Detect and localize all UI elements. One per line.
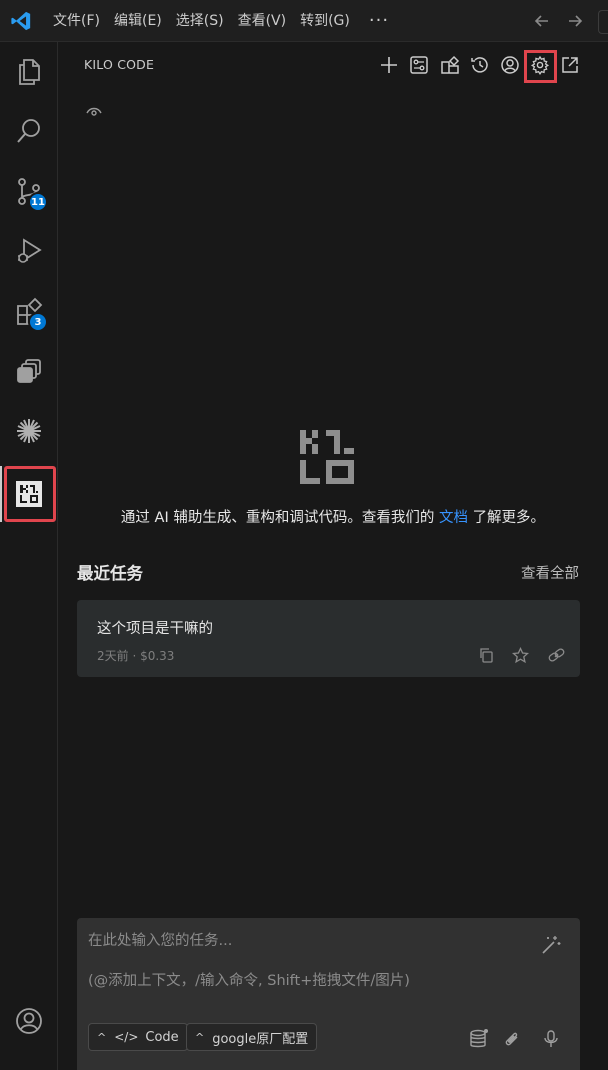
vscode-logo-icon bbox=[10, 10, 32, 32]
chevron-up-icon: ^ bbox=[97, 1030, 107, 1044]
extensions-icon[interactable]: 3 bbox=[8, 290, 50, 332]
sparkle-icon[interactable] bbox=[8, 410, 50, 452]
hero-text-before: 通过 AI 辅助生成、重构和调试代码。查看我们的 bbox=[120, 510, 435, 526]
run-debug-icon[interactable] bbox=[8, 230, 50, 272]
marketplace-icon[interactable] bbox=[438, 53, 462, 77]
eye-icon[interactable] bbox=[86, 104, 102, 118]
active-indicator bbox=[0, 466, 2, 522]
chevron-up-icon: ^ bbox=[195, 1030, 205, 1044]
task-input-placeholder[interactable]: 在此处输入您的任务... bbox=[88, 929, 232, 950]
task-input-box[interactable]: 在此处输入您的任务... (@添加上下文，/输入命令, Shift+拖拽文件/图… bbox=[77, 918, 580, 1070]
menu-view[interactable]: 查看(V) bbox=[231, 0, 294, 42]
back-arrow-icon[interactable] bbox=[532, 11, 552, 31]
extensions-badge: 3 bbox=[28, 312, 48, 332]
star-icon[interactable] bbox=[510, 645, 530, 665]
task-meta: 2天前 · $0.33 bbox=[97, 649, 175, 663]
mode-chip-label: Code bbox=[145, 1029, 179, 1045]
config-chip-label: google原厂配置 bbox=[212, 1031, 309, 1047]
task-input-hint: (@添加上下文，/输入命令, Shift+拖拽文件/图片) bbox=[88, 973, 410, 989]
share-link-icon[interactable] bbox=[546, 645, 566, 665]
kilo-code-panel: KILO CODE 通过 AI 辅助生成、重构和调试代码。查看我们的 文档 了解… bbox=[58, 42, 608, 1070]
kilo-logo-icon bbox=[298, 428, 358, 488]
code-icon: </> bbox=[114, 1030, 139, 1044]
docs-link[interactable]: 文档 bbox=[439, 510, 468, 526]
explorer-icon[interactable] bbox=[8, 50, 50, 92]
history-icon[interactable] bbox=[468, 53, 492, 77]
source-control-icon[interactable]: 11 bbox=[8, 170, 50, 212]
recent-tasks-heading: 最近任务 bbox=[77, 564, 143, 583]
profile-icon[interactable] bbox=[498, 53, 522, 77]
task-card[interactable]: 这个项目是干嘛的 2天前 · $0.33 bbox=[77, 600, 580, 677]
activity-bar: 11 3 bbox=[0, 42, 58, 1070]
task-title: 这个项目是干嘛的 bbox=[97, 621, 213, 637]
menu-bar: 文件(F) 编辑(E) 选择(S) 查看(V) 转到(G) ··· bbox=[46, 0, 396, 42]
remote-explorer-icon[interactable] bbox=[8, 350, 50, 392]
account-icon[interactable] bbox=[8, 1000, 50, 1042]
copy-icon[interactable] bbox=[476, 645, 496, 665]
search-icon[interactable] bbox=[8, 110, 50, 152]
panel-title: KILO CODE bbox=[84, 57, 155, 72]
more-menu-button[interactable]: ··· bbox=[357, 0, 396, 42]
source-control-badge: 11 bbox=[28, 192, 48, 212]
command-center-box[interactable] bbox=[598, 10, 608, 34]
kilo-code-icon[interactable] bbox=[8, 473, 50, 515]
config-selector-chip[interactable]: ^ google原厂配置 bbox=[186, 1023, 318, 1051]
settings-gear-icon[interactable] bbox=[528, 53, 552, 77]
menu-edit[interactable]: 编辑(E) bbox=[107, 0, 169, 42]
title-bar: 文件(F) 编辑(E) 选择(S) 查看(V) 转到(G) ··· bbox=[0, 0, 608, 42]
modes-icon[interactable] bbox=[407, 53, 431, 77]
microphone-icon[interactable] bbox=[540, 1028, 562, 1050]
mode-selector-chip[interactable]: ^ </> Code bbox=[88, 1023, 188, 1051]
forward-arrow-icon[interactable] bbox=[565, 11, 585, 31]
enhance-prompt-wand-icon[interactable] bbox=[540, 934, 562, 956]
menu-file[interactable]: 文件(F) bbox=[46, 0, 107, 42]
open-in-editor-icon[interactable] bbox=[558, 53, 582, 77]
hero-description: 通过 AI 辅助生成、重构和调试代码。查看我们的 文档 了解更多。 bbox=[58, 506, 608, 527]
view-all-link[interactable]: 查看全部 bbox=[521, 562, 579, 583]
menu-selection[interactable]: 选择(S) bbox=[169, 0, 231, 42]
new-task-plus-icon[interactable] bbox=[377, 53, 401, 77]
attachment-paperclip-icon[interactable] bbox=[501, 1028, 523, 1050]
database-icon[interactable] bbox=[467, 1028, 489, 1050]
menu-go[interactable]: 转到(G) bbox=[293, 0, 357, 42]
hero-text-after: 了解更多。 bbox=[472, 510, 546, 526]
